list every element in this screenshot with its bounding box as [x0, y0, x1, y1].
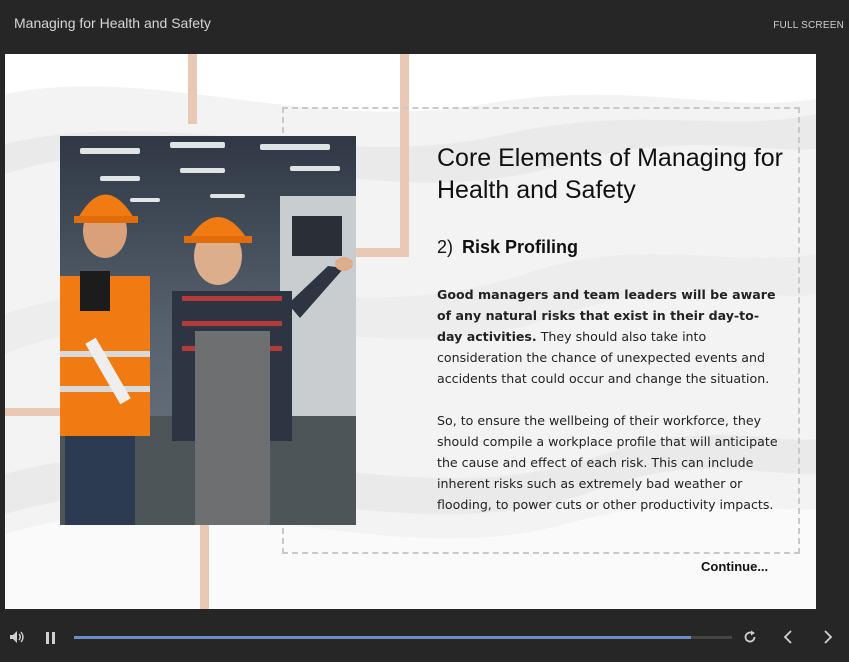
accent-bar-vertical-left-lower: [200, 524, 209, 609]
fullscreen-button[interactable]: FULL SCREEN: [773, 20, 844, 31]
previous-icon[interactable]: [783, 630, 793, 649]
paragraph-2: So, to ensure the wellbeing of their wor…: [437, 413, 778, 512]
continue-link[interactable]: Continue...: [701, 559, 768, 574]
progress-bar[interactable]: [74, 636, 732, 639]
paragraph-1: Good managers and team leaders will be a…: [437, 284, 782, 389]
slide-title: Core Elements of Managing for Health and…: [437, 144, 784, 204]
body-text: Good managers and team leaders will be a…: [437, 284, 782, 536]
workers-photo: [60, 136, 356, 525]
section-name: Risk Profiling: [462, 237, 579, 257]
slide-stage: Core Elements of Managing for Health and…: [5, 54, 816, 609]
replay-icon[interactable]: [743, 630, 757, 649]
top-bar: Managing for Health and Safety FULL SCRE…: [0, 0, 849, 54]
volume-icon[interactable]: [9, 630, 25, 649]
accent-bar-vertical-left: [188, 54, 197, 124]
section-number: 2): [437, 237, 454, 257]
pause-icon[interactable]: [46, 631, 56, 649]
section-heading: 2) Risk Profiling: [437, 237, 578, 258]
player-controls: [0, 609, 849, 662]
progress-fill: [74, 636, 692, 639]
next-icon[interactable]: [823, 630, 833, 649]
accent-bar-horizontal-left: [5, 408, 60, 416]
course-title: Managing for Health and Safety: [14, 15, 211, 31]
